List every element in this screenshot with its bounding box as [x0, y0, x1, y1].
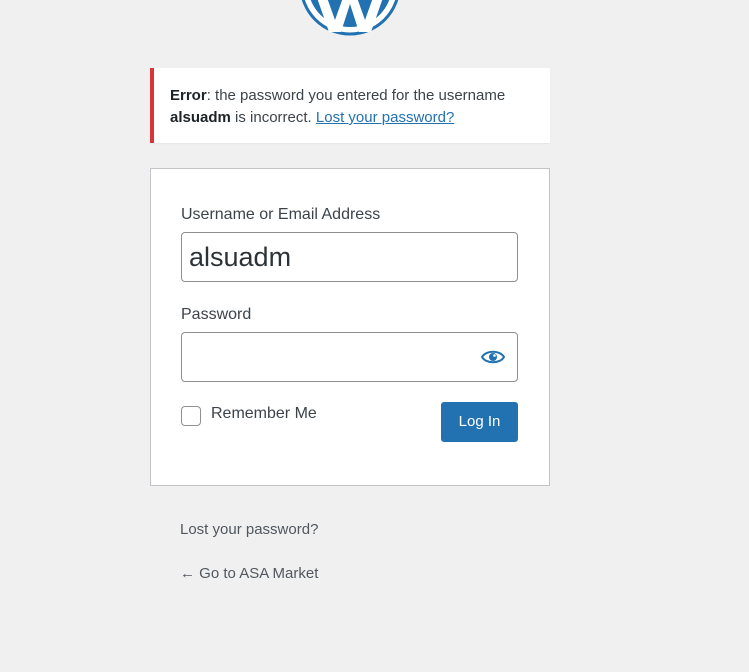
password-input[interactable]: [181, 332, 518, 382]
error-message-end: is incorrect.: [230, 109, 316, 126]
login-form: Username or Email Address alsuadm Passwo…: [150, 168, 550, 486]
lost-password-link[interactable]: Lost your password?: [180, 521, 318, 538]
eye-icon[interactable]: [481, 348, 505, 366]
login-button[interactable]: Log In: [441, 402, 518, 442]
wordpress-logo-icon[interactable]: [299, 0, 401, 36]
error-lost-password-link[interactable]: Lost your password?: [316, 109, 454, 126]
back-to-site-link[interactable]: ← Go to ASA Market: [180, 565, 318, 582]
login-error-notice: Error: the password you entered for the …: [150, 68, 550, 143]
username-label: Username or Email Address: [181, 206, 381, 223]
footer-back: ← Go to ASA Market: [180, 565, 318, 582]
error-message: : the password you entered for the usern…: [206, 87, 506, 104]
username-input[interactable]: alsuadm: [181, 232, 518, 282]
username-value: alsuadm: [189, 242, 292, 272]
error-username: alsuadm: [170, 109, 231, 126]
remember-me-checkbox[interactable]: [181, 406, 201, 426]
footer-lost-password: Lost your password?: [180, 521, 318, 538]
password-label: Password: [181, 306, 252, 323]
remember-me-label[interactable]: Remember Me: [211, 405, 317, 423]
error-prefix: Error: [170, 87, 207, 104]
